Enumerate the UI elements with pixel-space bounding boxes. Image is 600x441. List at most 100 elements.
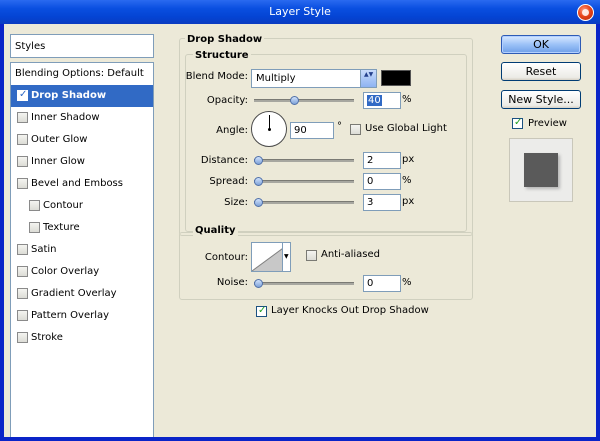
style-item-checkbox[interactable]: [17, 288, 28, 299]
distance-unit: px: [402, 154, 415, 165]
styles-header[interactable]: Styles: [10, 34, 154, 58]
contour-dropdown-icon[interactable]: [282, 242, 291, 272]
ok-button[interactable]: OK: [501, 35, 581, 54]
style-item-label: Stroke: [31, 332, 63, 343]
size-input[interactable]: 3: [363, 194, 401, 211]
style-item-label: Blending Options: Default: [15, 68, 144, 79]
style-item-satin[interactable]: Satin: [11, 239, 153, 261]
styles-list: Blending Options: Default Drop Shadow Inne…: [10, 62, 154, 437]
noise-input[interactable]: 0: [363, 275, 401, 292]
style-item-inner-shadow[interactable]: Inner Shadow: [11, 107, 153, 129]
use-global-light-checkbox[interactable]: [350, 124, 361, 135]
style-item-checkbox[interactable]: [17, 310, 28, 321]
style-item-stroke[interactable]: Stroke: [11, 327, 153, 349]
preview-label: Preview: [528, 118, 567, 129]
title-bar[interactable]: Layer Style: [0, 0, 600, 24]
opacity-input[interactable]: 40: [363, 92, 401, 109]
style-item-label: Drop Shadow: [31, 90, 107, 101]
style-item-color-overlay[interactable]: Color Overlay: [11, 261, 153, 283]
preview-checkbox[interactable]: [512, 117, 523, 129]
style-item-label: Inner Glow: [31, 156, 85, 167]
size-value: 3: [367, 197, 374, 208]
style-item-checkbox[interactable]: [17, 156, 28, 167]
distance-slider[interactable]: [254, 156, 354, 166]
spread-slider[interactable]: [254, 177, 354, 187]
quality-title: Quality: [193, 225, 238, 236]
style-item-label: Pattern Overlay: [31, 310, 110, 321]
style-item-label: Satin: [31, 244, 57, 255]
slider-track: [254, 282, 354, 285]
style-item-bevel-and-emboss[interactable]: Bevel and Emboss: [11, 173, 153, 195]
style-item-label: Bevel and Emboss: [31, 178, 123, 189]
close-icon[interactable]: [577, 4, 594, 21]
style-item-checkbox[interactable]: [17, 266, 28, 277]
style-item-label: Color Overlay: [31, 266, 100, 277]
angle-input[interactable]: 90: [290, 122, 334, 139]
reset-button-label: Reset: [525, 65, 557, 78]
layer-knocks-out-label: Layer Knocks Out Drop Shadow: [271, 305, 429, 316]
shadow-color-swatch[interactable]: [381, 70, 411, 86]
distance-value: 2: [367, 155, 374, 166]
style-item-gradient-overlay[interactable]: Gradient Overlay: [11, 283, 153, 305]
window-title: Layer Style: [269, 5, 331, 18]
style-item-blending-options-default[interactable]: Blending Options: Default: [11, 63, 153, 85]
new-style-button-label: New Style...: [508, 93, 574, 106]
style-item-outer-glow[interactable]: Outer Glow: [11, 129, 153, 151]
size-label: Size:: [224, 197, 248, 208]
style-item-label: Gradient Overlay: [31, 288, 117, 299]
blend-mode-select[interactable]: Multiply: [251, 69, 377, 88]
opacity-label: Opacity:: [206, 95, 248, 106]
style-item-checkbox[interactable]: [17, 332, 28, 343]
dialog-body: Styles Blending Options: Default Drop Sha…: [4, 24, 596, 437]
style-item-checkbox[interactable]: [17, 244, 28, 255]
layer-style-window: Layer Style Styles Blending Options: Def…: [0, 0, 600, 441]
style-item-label: Outer Glow: [31, 134, 88, 145]
noise-slider[interactable]: [254, 279, 354, 289]
blend-mode-value: Multiply: [256, 73, 296, 84]
style-item-drop-shadow[interactable]: Drop Shadow: [11, 85, 153, 107]
anti-aliased-label: Anti-aliased: [321, 249, 381, 260]
quality-group: [179, 232, 473, 300]
select-arrows-icon[interactable]: [360, 70, 376, 87]
opacity-value: 40: [367, 95, 382, 106]
style-item-checkbox[interactable]: [17, 134, 28, 145]
style-item-texture[interactable]: Texture: [11, 217, 153, 239]
angle-dial[interactable]: [251, 111, 287, 147]
style-item-inner-glow[interactable]: Inner Glow: [11, 151, 153, 173]
size-unit: px: [402, 196, 415, 207]
blend-mode-label: Blend Mode:: [185, 71, 248, 82]
style-item-checkbox[interactable]: [29, 222, 40, 233]
new-style-button[interactable]: New Style...: [501, 90, 581, 109]
opacity-slider[interactable]: [254, 96, 354, 106]
noise-unit: %: [402, 277, 412, 288]
style-item-checkbox[interactable]: [17, 112, 28, 123]
slider-thumb[interactable]: [254, 198, 263, 207]
slider-thumb[interactable]: [254, 177, 263, 186]
layer-knocks-out-checkbox[interactable]: [256, 305, 267, 317]
spread-unit: %: [402, 175, 412, 186]
style-item-checkbox[interactable]: [29, 200, 40, 211]
slider-thumb[interactable]: [290, 96, 299, 105]
distance-input[interactable]: 2: [363, 152, 401, 169]
drop-shadow-title: Drop Shadow: [185, 34, 265, 45]
use-global-light-label: Use Global Light: [365, 123, 447, 134]
style-item-label: Inner Shadow: [31, 112, 100, 123]
angle-label: Angle:: [216, 125, 248, 136]
slider-thumb[interactable]: [254, 279, 263, 288]
size-slider[interactable]: [254, 198, 354, 208]
distance-label: Distance:: [200, 155, 248, 166]
angle-unit: °: [337, 121, 342, 132]
style-item-checkbox[interactable]: [17, 89, 28, 101]
slider-thumb[interactable]: [254, 156, 263, 165]
style-item-checkbox[interactable]: [17, 178, 28, 189]
angle-center-dot: [268, 128, 271, 131]
spread-input[interactable]: 0: [363, 173, 401, 190]
slider-track: [254, 159, 354, 162]
style-item-pattern-overlay[interactable]: Pattern Overlay: [11, 305, 153, 327]
contour-label: Contour:: [204, 252, 248, 263]
angle-value: 90: [294, 125, 307, 136]
style-item-contour[interactable]: Contour: [11, 195, 153, 217]
anti-aliased-checkbox[interactable]: [306, 250, 317, 261]
reset-button[interactable]: Reset: [501, 62, 581, 81]
structure-title: Structure: [193, 50, 251, 61]
